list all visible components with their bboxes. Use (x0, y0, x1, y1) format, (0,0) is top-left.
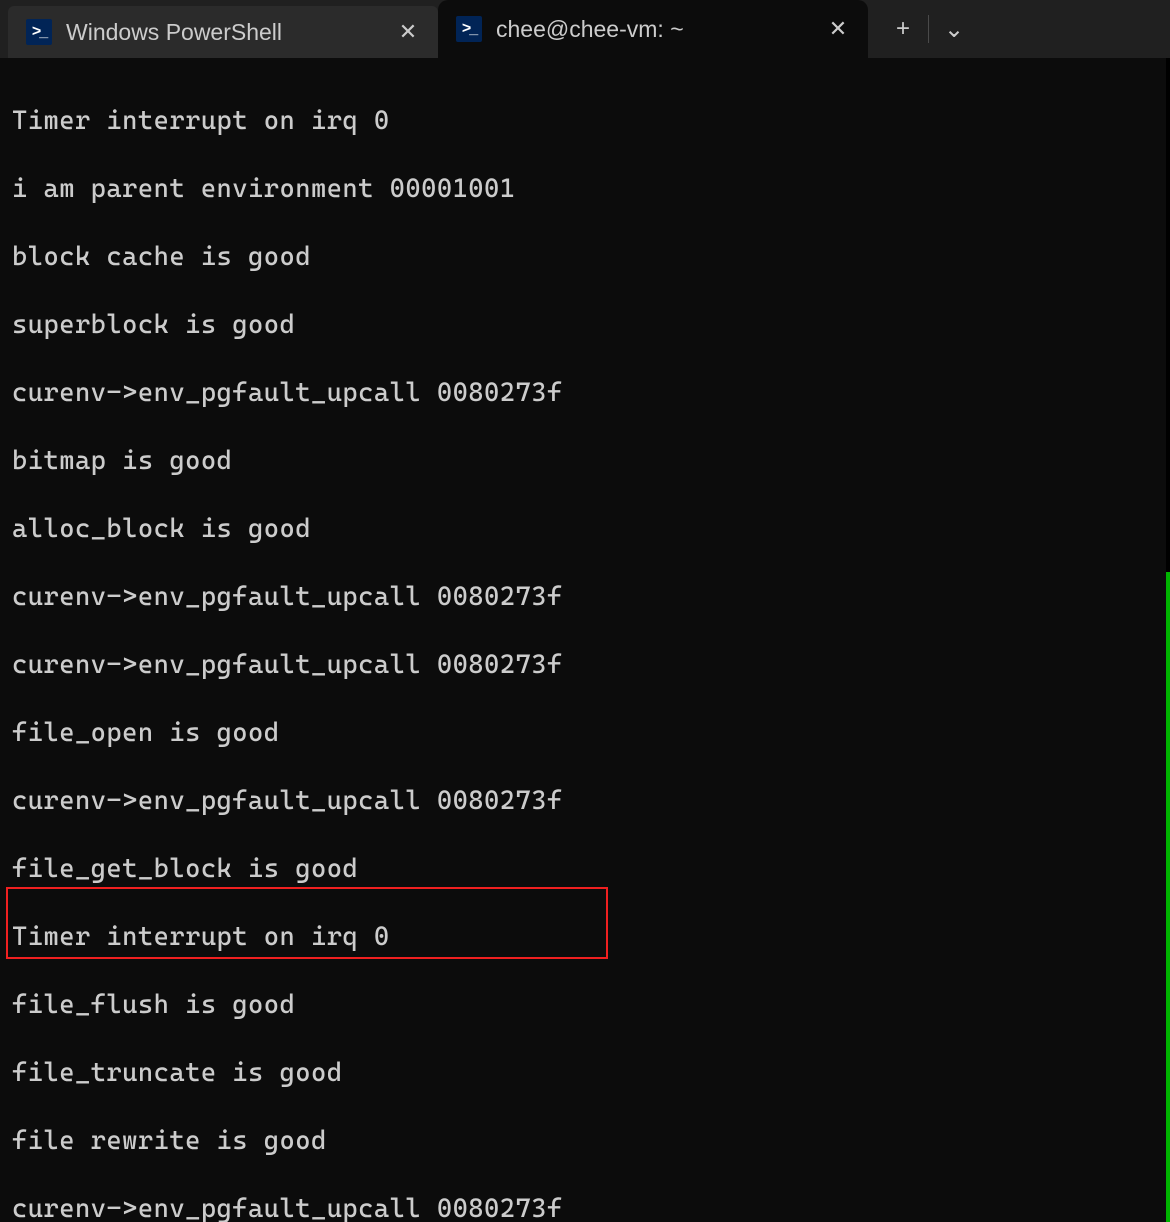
terminal-line: curenv->env_pgfault_upcall 0080273f (12, 648, 1170, 682)
terminal-line: file_open is good (12, 716, 1170, 750)
powershell-icon (456, 16, 482, 42)
terminal-line: Timer interrupt on irq 0 (12, 104, 1170, 138)
close-icon[interactable]: ✕ (396, 20, 420, 44)
scrollbar-track (1166, 58, 1170, 572)
scrollbar-thumb[interactable] (1166, 572, 1170, 1222)
tab-title: Windows PowerShell (66, 19, 382, 46)
terminal-line: i am parent environment 00001001 (12, 172, 1170, 206)
tab-chee-vm[interactable]: chee@chee-vm: ~ ✕ (438, 0, 868, 58)
powershell-icon (26, 19, 52, 45)
scrollbar[interactable] (1166, 58, 1170, 1222)
terminal-line: superblock is good (12, 308, 1170, 342)
terminal-line: block cache is good (12, 240, 1170, 274)
terminal-line: bitmap is good (12, 444, 1170, 478)
new-tab-button[interactable]: + (878, 9, 928, 49)
terminal-line: file_get_block is good (12, 852, 1170, 886)
tab-title: chee@chee-vm: ~ (496, 16, 812, 43)
terminal-line: curenv->env_pgfault_upcall 0080273f (12, 376, 1170, 410)
tab-dropdown-button[interactable]: ⌄ (929, 9, 979, 49)
terminal-line: Timer interrupt on irq 0 (12, 920, 1170, 954)
terminal[interactable]: Timer interrupt on irq 0 i am parent env… (0, 58, 1170, 1222)
terminal-line: file rewrite is good (12, 1124, 1170, 1158)
terminal-output[interactable]: Timer interrupt on irq 0 i am parent env… (0, 58, 1170, 1222)
terminal-line: file_truncate is good (12, 1056, 1170, 1090)
tab-windows-powershell[interactable]: Windows PowerShell ✕ (8, 6, 438, 58)
terminal-line: curenv->env_pgfault_upcall 0080273f (12, 784, 1170, 818)
tab-bar-actions: + ⌄ (878, 0, 979, 58)
terminal-line: curenv->env_pgfault_upcall 0080273f (12, 1192, 1170, 1222)
terminal-line: alloc_block is good (12, 512, 1170, 546)
terminal-line: curenv->env_pgfault_upcall 0080273f (12, 580, 1170, 614)
terminal-line: file_flush is good (12, 988, 1170, 1022)
tab-bar: Windows PowerShell ✕ chee@chee-vm: ~ ✕ +… (0, 0, 1170, 58)
close-icon[interactable]: ✕ (826, 17, 850, 41)
